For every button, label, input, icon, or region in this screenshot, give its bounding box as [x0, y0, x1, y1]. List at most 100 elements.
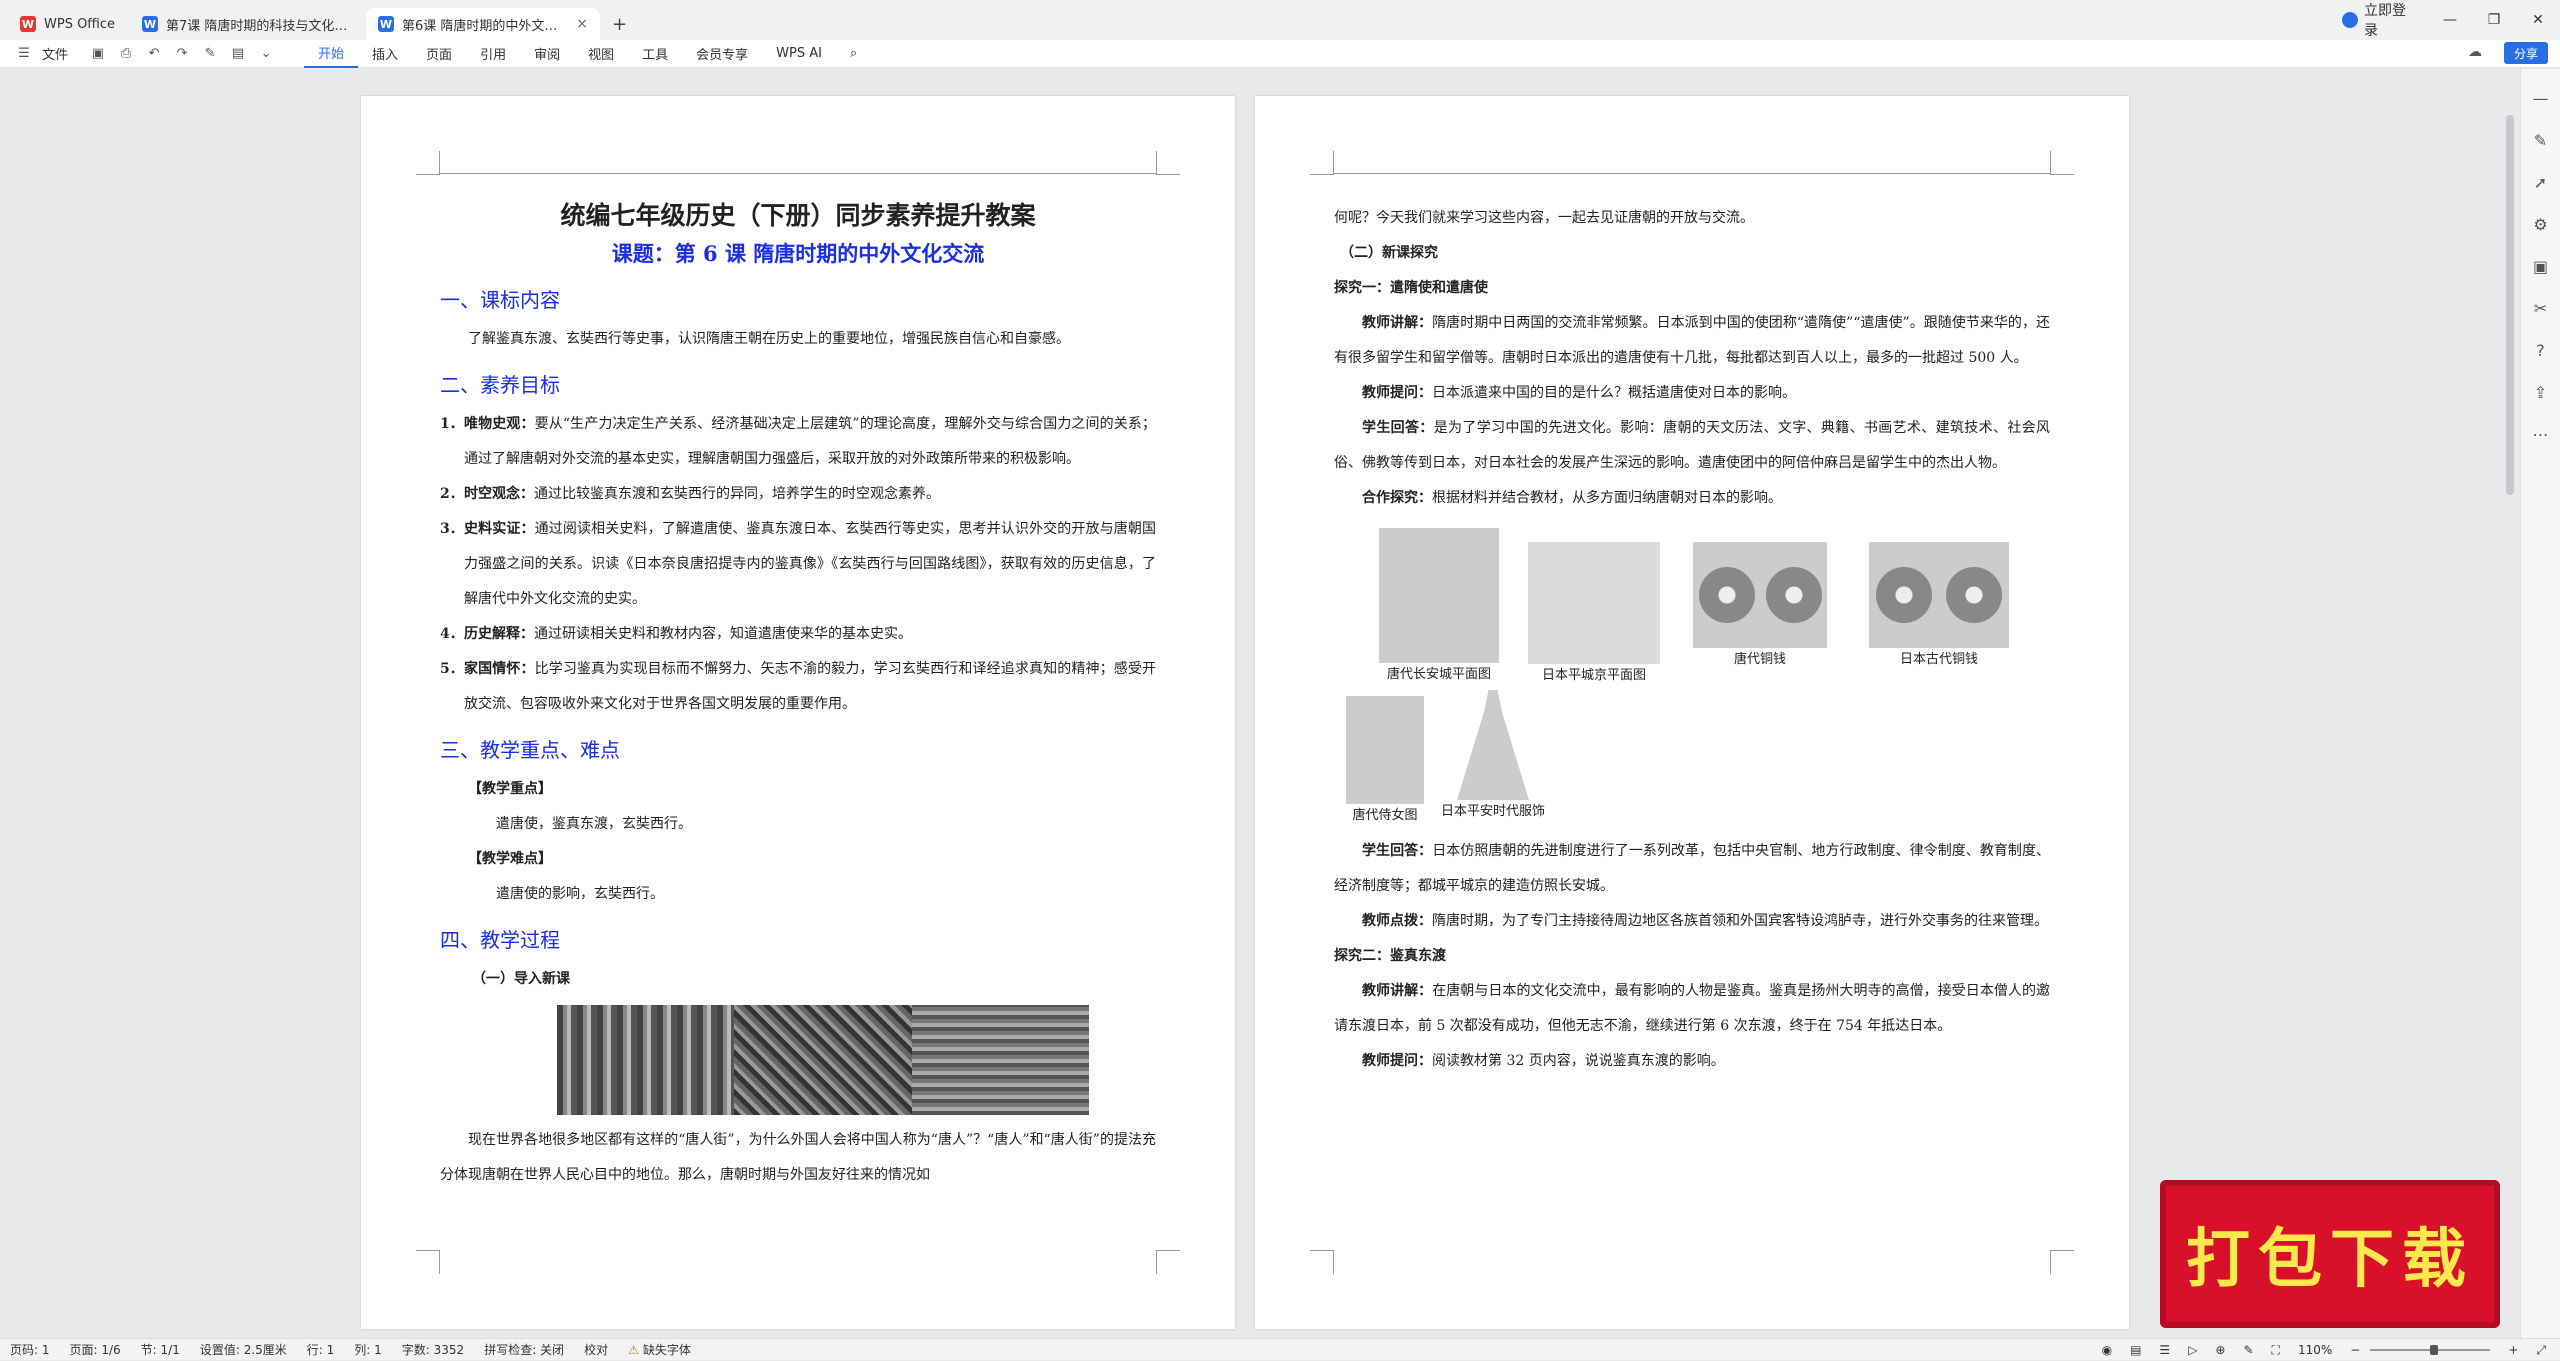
subheading: 探究一：遣隋使和遣唐使	[1334, 280, 1488, 296]
section-heading: 三、教学重点、难点	[440, 738, 620, 762]
subheading: （一）导入新课	[472, 971, 570, 987]
right-sidebar: — ✎ ➚ ⚙ ▣ ✂ ? ⇪ ⋯	[2520, 69, 2560, 1338]
paragraph: 教师提问：日本派遣来中国的目的是什么？概括遣唐使对日本的影响。	[1362, 385, 1796, 401]
login-button[interactable]: 立即登录	[2342, 0, 2408, 40]
word-doc-icon: W	[142, 16, 158, 32]
menu-review[interactable]: 审阅	[520, 40, 574, 68]
fit-icon[interactable]: ⛶	[2272, 1343, 2280, 1358]
fullscreen-icon[interactable]: ⤢	[2536, 1343, 2546, 1358]
toolbar: ☰ 文件 ▣ ⎙ ↶ ↷ ✎ ▤ ⌄ 开始 插入 页面 引用 审阅 视图 工具 …	[0, 40, 2560, 68]
paragraph: 何呢？今天我们就来学习这些内容，一起去见证唐朝的开放与交流。	[1334, 210, 1754, 226]
status-proof[interactable]: 校对	[574, 1341, 618, 1358]
status-col[interactable]: 列: 1	[344, 1341, 392, 1358]
figure-caption: 唐代铜钱	[1733, 652, 1786, 667]
export-pdf-icon[interactable]: ▤	[228, 46, 248, 61]
zoom-level[interactable]: 110%	[2298, 1343, 2332, 1357]
goal-item: 1． 唯物史观：要从“生产力决定生产关系、经济基础决定上层建筑”的理论高度，理解…	[440, 416, 1157, 467]
save-icon[interactable]: ▣	[88, 46, 108, 61]
document-page-2[interactable]: 何呢？今天我们就来学习这些内容，一起去见证唐朝的开放与交流。 （二）新课探究 探…	[1255, 96, 2129, 1329]
tab-wps-office[interactable]: W WPS Office	[8, 8, 128, 40]
paragraph: 合作探究：根据材料并结合教材，从多方面归纳唐朝对日本的影响。	[1362, 490, 1782, 506]
heijokyo-map-image	[1528, 542, 1660, 664]
new-tab-button[interactable]: +	[602, 8, 637, 40]
zoom-out-icon[interactable]: −	[2350, 1343, 2360, 1357]
warning-icon: ⚠	[628, 1343, 639, 1357]
adjust-icon[interactable]: ⚙	[2521, 215, 2560, 237]
status-section[interactable]: 节: 1/1	[131, 1341, 190, 1358]
play-icon[interactable]: ▷	[2188, 1343, 2197, 1357]
status-words[interactable]: 字数: 3352	[392, 1341, 474, 1358]
redo-icon[interactable]: ↷	[172, 46, 192, 61]
minimize-icon[interactable]: —	[2428, 0, 2472, 40]
document-page-1[interactable]: 统编七年级历史（下册）同步素养提升教案 课题：第 6 课 隋唐时期的中外文化交流…	[361, 96, 1235, 1329]
goal-key: 唯物史观：	[464, 416, 535, 432]
goal-item: 5． 家国情怀：比学习鉴真为实现目标而不懈努力、矢志不渝的毅力，学习玄奘西行和译…	[440, 661, 1156, 712]
format-painter-icon[interactable]: ✎	[200, 46, 220, 61]
zoom-in-icon[interactable]: +	[2508, 1343, 2518, 1357]
status-row[interactable]: 行: 1	[297, 1341, 345, 1358]
menu-tools[interactable]: 工具	[628, 40, 682, 68]
tang-coin-image	[1693, 542, 1827, 648]
restore-icon[interactable]: ❐	[2472, 0, 2516, 40]
file-menu[interactable]: 文件	[42, 44, 68, 63]
close-window-icon[interactable]: ✕	[2516, 0, 2560, 40]
paragraph: 遣唐使，鉴真东渡，玄奘西行。	[496, 816, 692, 832]
status-font-missing[interactable]: ⚠ 缺失字体	[618, 1341, 701, 1358]
close-icon[interactable]: ×	[576, 16, 588, 32]
paragraph: 了解鉴真东渡、玄奘西行等史事，认识隋唐王朝在历史上的重要地位，增强民族自信心和自…	[468, 331, 1070, 347]
chevron-down-icon[interactable]: ⌄	[256, 46, 276, 61]
print-icon[interactable]: ⎙	[116, 46, 136, 61]
status-bar: 页码: 1 页面: 1/6 节: 1/1 设置值: 2.5厘米 行: 1 列: …	[0, 1338, 2560, 1360]
paragraph: 教师讲解：隋唐时期中日两国的交流非常频繁。日本派到中国的使团称“遣隋使”“遣唐使…	[1334, 315, 2050, 366]
more-icon[interactable]: ⋯	[2521, 425, 2560, 447]
tab-lesson6[interactable]: W 第6课 隋唐时期的中外文化交流 ×	[366, 8, 600, 40]
status-setting[interactable]: 设置值: 2.5厘米	[190, 1341, 297, 1358]
status-pages[interactable]: 页面: 1/6	[60, 1341, 131, 1358]
paragraph: 遣唐使的影响，玄奘西行。	[496, 886, 664, 902]
share-icon[interactable]: ⇪	[2521, 383, 2560, 405]
page-view-icon[interactable]: ▤	[2130, 1343, 2141, 1357]
undo-icon[interactable]: ↶	[144, 46, 164, 61]
image-icon[interactable]: ▣	[2521, 257, 2560, 279]
section-heading: 四、教学过程	[440, 928, 560, 952]
paragraph: 学生回答：是为了学习中国的先进文化。影响：唐朝的天文历法、文字、典籍、书画艺术、…	[1334, 420, 2050, 471]
zoom-slider[interactable]	[2370, 1345, 2491, 1355]
menu-page[interactable]: 页面	[412, 40, 466, 68]
pen-view-icon[interactable]: ✎	[2243, 1343, 2253, 1357]
collapse-icon[interactable]: —	[2521, 89, 2560, 111]
crop-mark	[1156, 1250, 1180, 1274]
status-spell[interactable]: 拼写检查: 关闭	[474, 1341, 574, 1358]
share-button[interactable]: 分享	[2503, 42, 2548, 64]
download-banner[interactable]: 打包下载	[2160, 1180, 2500, 1328]
menu-insert[interactable]: 插入	[358, 40, 412, 68]
goal-text: 通过比较鉴真东渡和玄奘西行的异同，培养学生的时空观念素养。	[534, 486, 940, 502]
paragraph: 现在世界各地很多地区都有这样的“唐人街”，为什么外国人会将中国人称为“唐人”？“…	[440, 1132, 1156, 1183]
status-page[interactable]: 页码: 1	[0, 1341, 60, 1358]
paragraph: 教师点拨：隋唐时期，为了专门主持接待周边地区各族首领和外国宾客特设鸿胪寺，进行外…	[1362, 913, 2048, 929]
pen-icon[interactable]: ✎	[2521, 131, 2560, 153]
search-icon[interactable]: ⌕	[836, 40, 871, 68]
photo-panel	[734, 1005, 912, 1115]
menu-view[interactable]: 视图	[574, 40, 628, 68]
menu-wps-ai[interactable]: WPS AI	[762, 40, 836, 68]
document-subtitle: 课题：第 6 课 隋唐时期的中外文化交流	[611, 241, 985, 266]
menu-icon[interactable]: ☰	[14, 46, 34, 61]
menu-reference[interactable]: 引用	[466, 40, 520, 68]
tang-maid-image	[1346, 696, 1424, 804]
paragraph: 教师讲解：在唐朝与日本的文化交流中，最有影响的人物是鉴真。鉴真是扬州大明寺的高僧…	[1334, 983, 2051, 1034]
eye-icon[interactable]: ◉	[2102, 1343, 2112, 1357]
web-view-icon[interactable]: ⊕	[2215, 1343, 2225, 1357]
cloud-icon[interactable]: ☁	[2468, 44, 2482, 60]
tab-lesson7[interactable]: W 第7课 隋唐时期的科技与文化（教案）	[130, 8, 364, 40]
select-icon[interactable]: ➚	[2521, 173, 2560, 195]
goal-text: 通过研读相关史料和教材内容，知道遣唐使来华的基本史实。	[534, 626, 912, 642]
changan-map-image	[1379, 528, 1499, 663]
vertical-scrollbar[interactable]	[2506, 115, 2514, 495]
download-banner-label: 打包下载	[2186, 1222, 2474, 1297]
menu-home[interactable]: 开始	[304, 40, 359, 68]
japan-coin-image	[1869, 542, 2009, 648]
help-icon[interactable]: ?	[2521, 341, 2560, 363]
outline-icon[interactable]: ☰	[2159, 1343, 2170, 1357]
menu-member[interactable]: 会员专享	[682, 40, 762, 68]
tools-icon[interactable]: ✂	[2521, 299, 2560, 321]
